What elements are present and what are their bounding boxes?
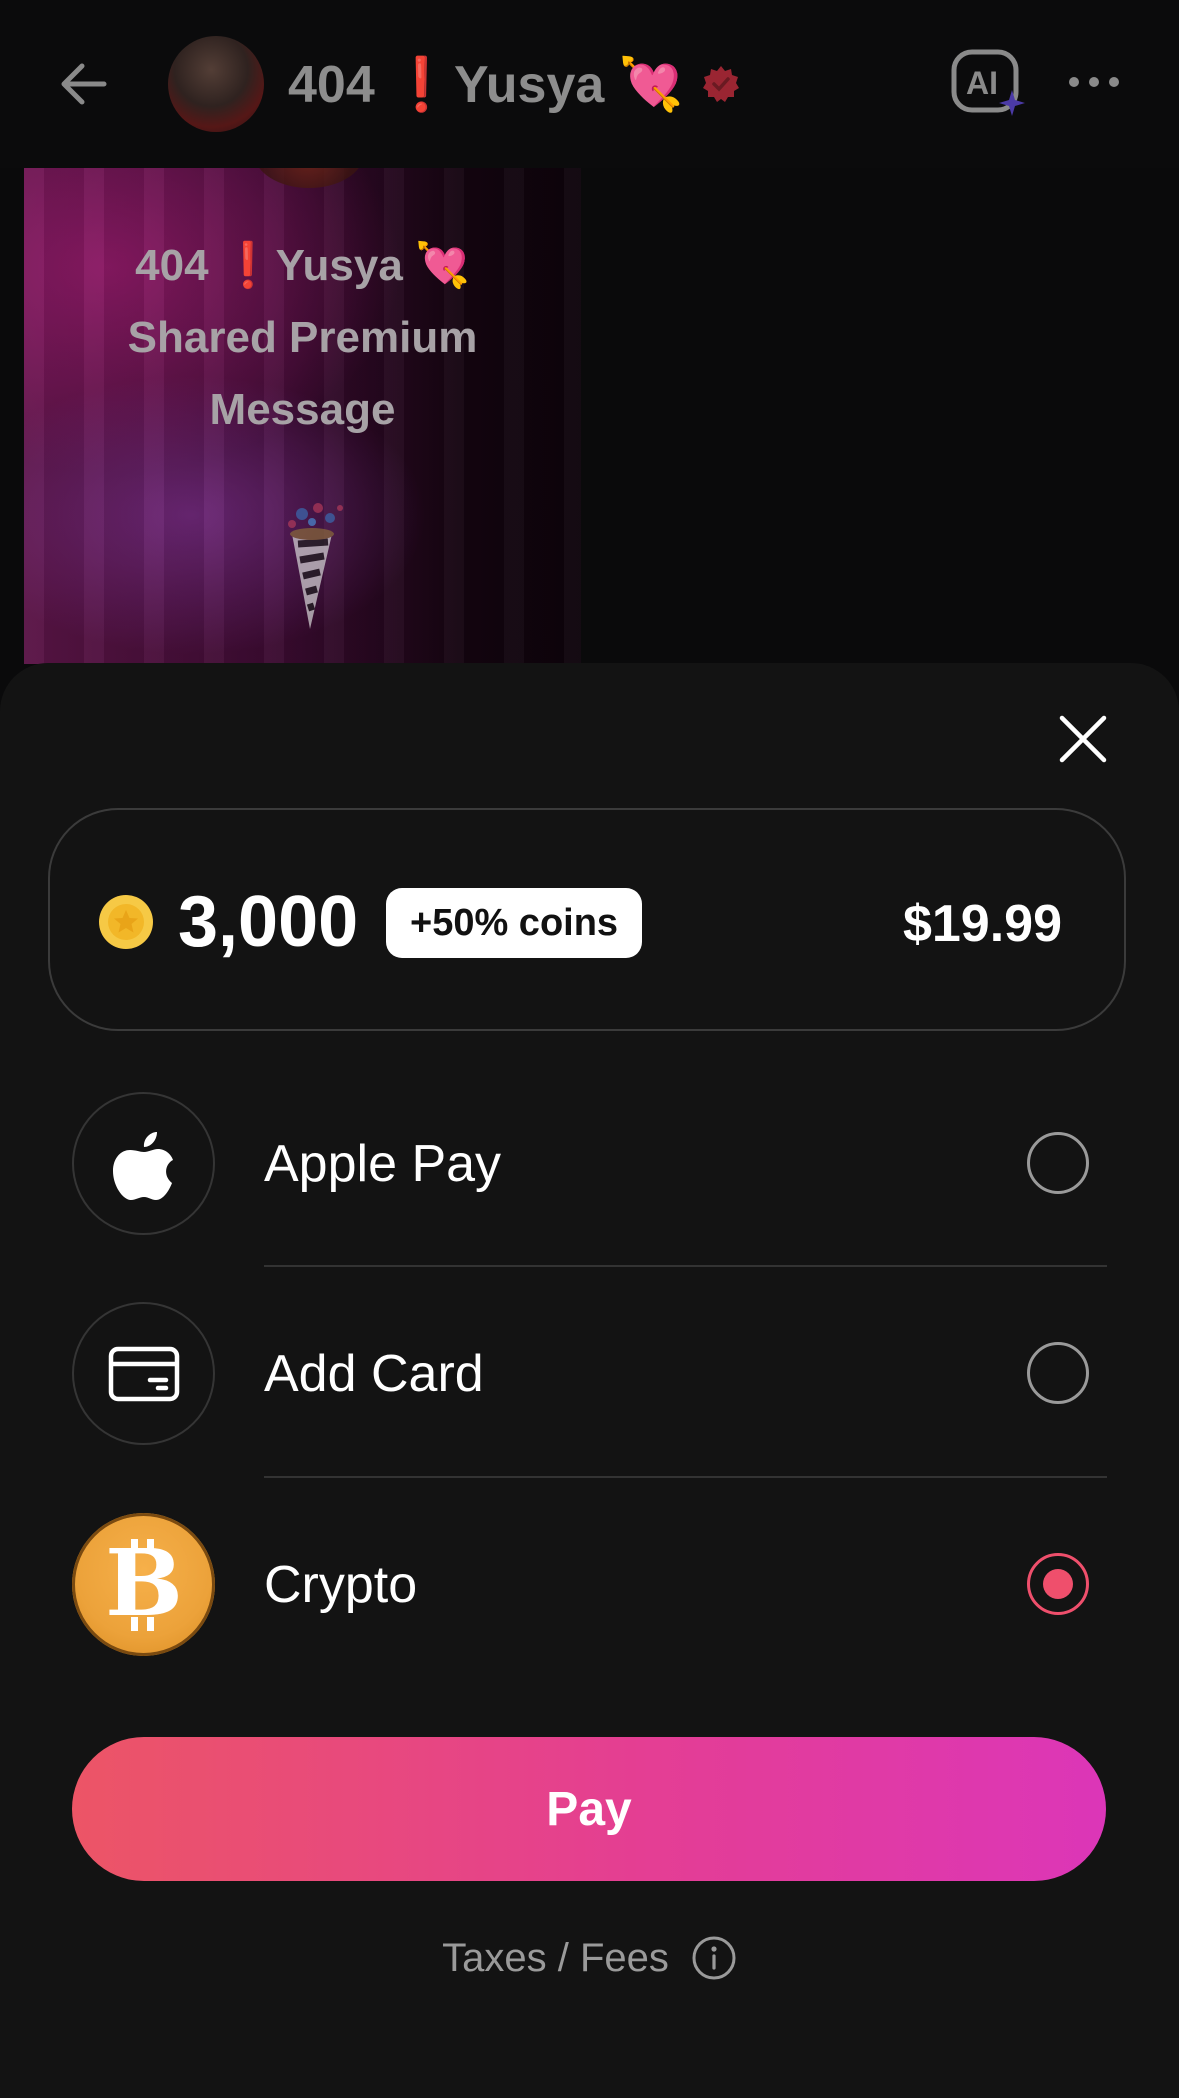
divider bbox=[264, 1476, 1107, 1478]
premium-message-text: 404 ❗️Yusya 💘 Shared Premium Message bbox=[127, 241, 478, 434]
back-button[interactable] bbox=[52, 52, 116, 116]
arrow-left-icon bbox=[61, 63, 107, 105]
bitcoin-icon: B bbox=[105, 1537, 183, 1633]
coin-icon bbox=[99, 895, 153, 949]
decorative-orb bbox=[254, 168, 364, 188]
more-horizontal-icon bbox=[1069, 77, 1119, 87]
payment-option-label: Apple Pay bbox=[264, 1135, 502, 1193]
coin-amount: 3,000 bbox=[178, 882, 359, 962]
payment-option-add-card[interactable]: Add Card bbox=[0, 1302, 1179, 1447]
taxes-fees-label: Taxes / Fees bbox=[442, 1935, 669, 1980]
payment-option-crypto[interactable]: B Crypto bbox=[0, 1513, 1179, 1658]
ai-button[interactable]: AI bbox=[950, 48, 1028, 118]
close-button[interactable] bbox=[1054, 710, 1112, 768]
avatar[interactable] bbox=[168, 36, 264, 132]
offer-price: $19.99 bbox=[902, 895, 1062, 953]
radio-add-card[interactable] bbox=[1027, 1342, 1089, 1404]
crypto-icon-container: B bbox=[72, 1513, 215, 1656]
add-card-icon-container bbox=[72, 1302, 215, 1445]
more-button[interactable] bbox=[1066, 62, 1122, 102]
verified-badge-icon bbox=[703, 66, 740, 102]
divider bbox=[264, 1265, 1107, 1267]
apple-pay-icon-container bbox=[72, 1092, 215, 1235]
coin-offer-card[interactable]: 3,000 +50% coins $19.99 bbox=[48, 808, 1126, 1031]
info-icon[interactable] bbox=[691, 1935, 737, 1981]
chat-header: 404 ❗️Yusya 💘 AI bbox=[0, 0, 1179, 168]
svg-text:AI: AI bbox=[966, 65, 998, 101]
chat-title: 404 ❗️Yusya 💘 bbox=[288, 55, 684, 114]
party-popper-icon bbox=[288, 503, 343, 629]
pay-button[interactable]: Pay bbox=[72, 1737, 1106, 1881]
taxes-fees-row[interactable]: Taxes / Fees bbox=[0, 1935, 1179, 1981]
svg-text:B: B bbox=[105, 1537, 183, 1633]
payment-sheet: 3,000 +50% coins $19.99 Apple Pay Add Ca… bbox=[0, 663, 1179, 2098]
radio-apple-pay[interactable] bbox=[1027, 1132, 1089, 1194]
payment-option-label: Add Card bbox=[264, 1345, 484, 1403]
radio-crypto[interactable] bbox=[1027, 1553, 1089, 1615]
payment-option-apple-pay[interactable]: Apple Pay bbox=[0, 1092, 1179, 1237]
bonus-badge: +50% coins bbox=[386, 888, 643, 958]
ai-sparkle-icon: AI bbox=[951, 49, 1025, 116]
payment-option-label: Crypto bbox=[264, 1556, 418, 1614]
close-icon bbox=[1059, 715, 1107, 763]
credit-card-icon bbox=[108, 1346, 179, 1401]
premium-message-card[interactable]: 404 ❗️Yusya 💘 Shared Premium Message bbox=[24, 168, 581, 664]
apple-icon bbox=[112, 1131, 173, 1200]
chat-title-group[interactable]: 404 ❗️Yusya 💘 bbox=[288, 52, 741, 116]
